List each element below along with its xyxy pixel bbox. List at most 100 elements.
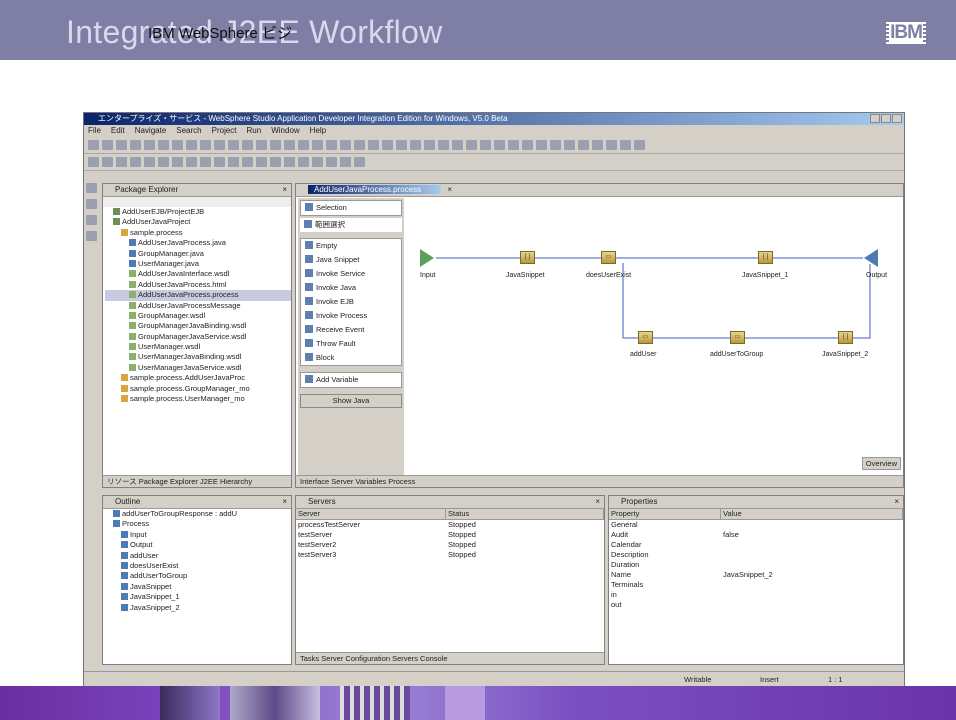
tree-item[interactable]: GroupManager.wsdl <box>105 311 291 321</box>
toolbar-button-icon[interactable] <box>466 140 477 150</box>
toolbar-button-icon[interactable] <box>522 140 533 150</box>
overview-button[interactable]: Overview <box>861 457 901 470</box>
palette-add-variable[interactable]: Add Variable <box>300 372 402 388</box>
maximize-button[interactable] <box>881 114 891 123</box>
toolbar-button-icon[interactable] <box>270 157 281 167</box>
toolbar-button-icon[interactable] <box>130 140 141 150</box>
close-icon[interactable]: × <box>447 185 452 194</box>
tree-item[interactable]: sample.process.AddUserJavaProc <box>105 373 291 383</box>
outline-item[interactable]: Output <box>105 540 291 550</box>
menu-item[interactable]: File <box>88 125 101 137</box>
doesuserexist-node[interactable]: ▭ <box>601 251 616 264</box>
toolbar-button-icon[interactable] <box>606 140 617 150</box>
palette-marquee[interactable]: 範囲選択 <box>300 218 402 232</box>
menu-item[interactable]: Window <box>271 125 299 137</box>
tree-item[interactable]: AddUserJavaProcessMessage <box>105 301 291 311</box>
toolbar-button-icon[interactable] <box>326 157 337 167</box>
palette-item[interactable]: Invoke Service <box>301 267 401 281</box>
toolbar-button-icon[interactable] <box>228 157 239 167</box>
table-row[interactable]: Name JavaSnippet_2 <box>609 570 903 580</box>
menu-item[interactable]: Help <box>310 125 326 137</box>
tree-item[interactable]: UserManager.wsdl <box>105 342 291 352</box>
toolbar-button-icon[interactable] <box>298 140 309 150</box>
javasnippet2-node[interactable]: [ ] <box>838 331 853 344</box>
menu-item[interactable]: Project <box>212 125 237 137</box>
toolbar-button-icon[interactable] <box>340 140 351 150</box>
perspective-icon[interactable] <box>86 199 97 209</box>
palette-item[interactable]: Invoke Process <box>301 309 401 323</box>
toolbar-button-icon[interactable] <box>130 157 141 167</box>
toolbar-button-icon[interactable] <box>452 140 463 150</box>
outline-item[interactable]: JavaSnippet_1 <box>105 592 291 602</box>
palette-item[interactable]: Block <box>301 351 401 365</box>
addusertogroup-node[interactable]: ▭ <box>730 331 745 344</box>
toolbar-button-icon[interactable] <box>242 157 253 167</box>
toolbar-button-icon[interactable] <box>214 157 225 167</box>
tree-item[interactable]: GroupManagerJavaService.wsdl <box>105 332 291 342</box>
outline-item[interactable]: doesUserExist <box>105 561 291 571</box>
tree-item[interactable]: AddUserJavaProcess.java <box>105 238 291 248</box>
table-row[interactable]: testServer2 Stopped <box>296 540 604 550</box>
toolbar-button-icon[interactable] <box>228 140 239 150</box>
tree-item[interactable]: AddUserJavaInterface.wsdl <box>105 269 291 279</box>
toolbar-button-icon[interactable] <box>284 140 295 150</box>
adduser-node[interactable]: ▭ <box>638 331 653 344</box>
toolbar-button-icon[interactable] <box>480 140 491 150</box>
toolbar-button-icon[interactable] <box>158 157 169 167</box>
toolbar-button-icon[interactable] <box>494 140 505 150</box>
javasnippet-node[interactable]: [ ] <box>520 251 535 264</box>
palette-item[interactable]: Receive Event <box>301 323 401 337</box>
table-row[interactable]: General <box>609 520 903 530</box>
tree-item[interactable]: AddUserJavaProcess.process <box>105 290 291 301</box>
tree-item[interactable]: GroupManager.java <box>105 249 291 259</box>
toolbar-button-icon[interactable] <box>410 140 421 150</box>
table-row[interactable]: in <box>609 590 903 600</box>
tree-item[interactable]: AddUserJavaProject <box>105 217 291 227</box>
toolbar-button-icon[interactable] <box>438 140 449 150</box>
outline-item[interactable]: JavaSnippet <box>105 582 291 592</box>
tree-item[interactable]: UserManagerJavaService.wsdl <box>105 363 291 373</box>
close-icon[interactable]: × <box>595 496 600 508</box>
table-row[interactable]: out <box>609 600 903 610</box>
javasnippet1-node[interactable]: [ ] <box>758 251 773 264</box>
tree-item[interactable]: sample.process.GroupManager_mo <box>105 384 291 394</box>
toolbar-button-icon[interactable] <box>578 140 589 150</box>
menu-item[interactable]: Run <box>247 125 262 137</box>
table-row[interactable]: testServer3 Stopped <box>296 550 604 560</box>
toolbar-button-icon[interactable] <box>200 157 211 167</box>
table-row[interactable]: processTestServer Stopped <box>296 520 604 530</box>
tree-item[interactable]: sample.process.UserManager_mo <box>105 394 291 404</box>
toolbar-button-icon[interactable] <box>116 140 127 150</box>
toolbar-button-icon[interactable] <box>298 157 309 167</box>
outline-item[interactable]: Process <box>105 519 291 529</box>
toolbar-button-icon[interactable] <box>158 140 169 150</box>
column-header[interactable]: Value <box>721 509 903 519</box>
show-java-button[interactable]: Show Java <box>300 394 402 408</box>
toolbar-button-icon[interactable] <box>396 140 407 150</box>
toolbar-button-icon[interactable] <box>172 157 183 167</box>
toolbar-button-icon[interactable] <box>200 140 211 150</box>
palette-item[interactable]: Invoke EJB <box>301 295 401 309</box>
toolbar-button-icon[interactable] <box>116 157 127 167</box>
toolbar-button-icon[interactable] <box>634 140 645 150</box>
toolbar-button-icon[interactable] <box>214 140 225 150</box>
toolbar-button-icon[interactable] <box>186 157 197 167</box>
palette-item[interactable]: Throw Fault <box>301 337 401 351</box>
toolbar-button-icon[interactable] <box>592 140 603 150</box>
tree-item[interactable]: AddUserEJB/ProjectEJB <box>105 207 291 217</box>
perspective-icon[interactable] <box>86 183 97 193</box>
palette-selection[interactable]: Selection <box>300 200 402 216</box>
palette-item[interactable]: Invoke Java <box>301 281 401 295</box>
toolbar-button-icon[interactable] <box>88 140 99 150</box>
column-header[interactable]: Status <box>446 509 604 519</box>
table-row[interactable]: testServer Stopped <box>296 530 604 540</box>
toolbar-button-icon[interactable] <box>564 140 575 150</box>
toolbar-button-icon[interactable] <box>508 140 519 150</box>
toolbar-button-icon[interactable] <box>256 157 267 167</box>
toolbar-button-icon[interactable] <box>326 140 337 150</box>
toolbar-button-icon[interactable] <box>144 157 155 167</box>
minimize-button[interactable] <box>870 114 880 123</box>
toolbar-button-icon[interactable] <box>550 140 561 150</box>
toolbar-button-icon[interactable] <box>382 140 393 150</box>
toolbar-button-icon[interactable] <box>368 140 379 150</box>
